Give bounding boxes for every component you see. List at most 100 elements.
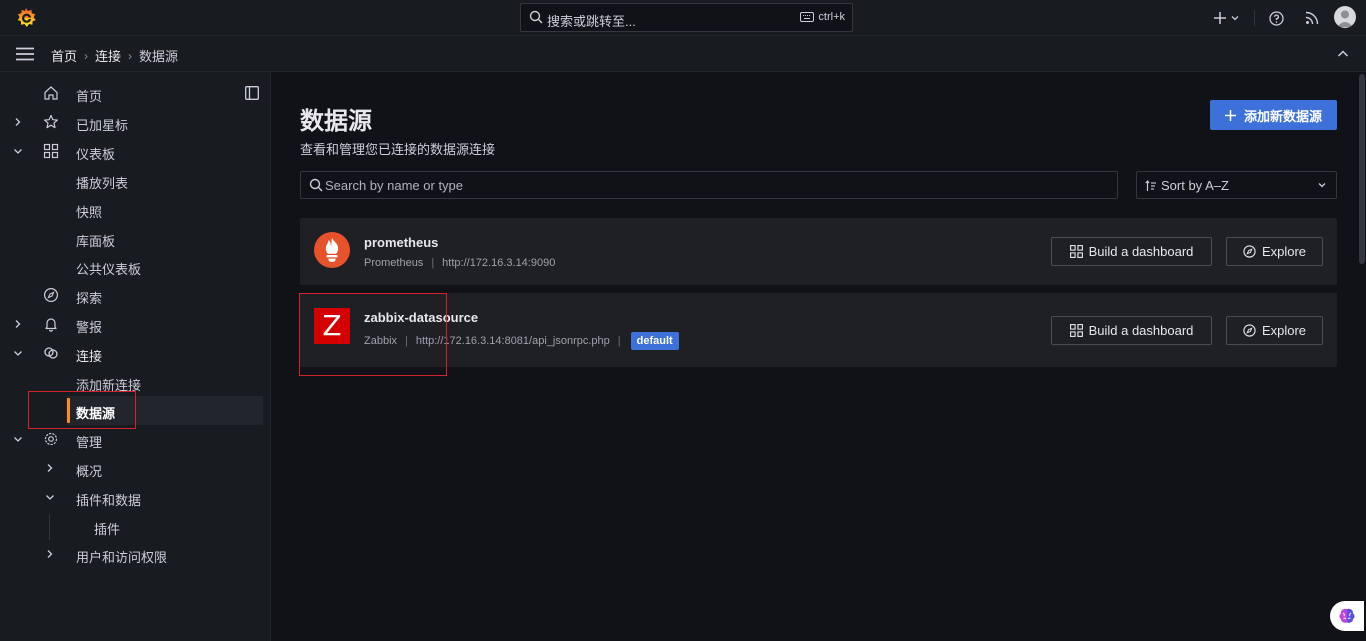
sidebar-item-label: 已加星标 <box>76 118 129 133</box>
user-icon <box>1337 10 1353 27</box>
build-dashboard-label: Build a dashboard <box>1088 244 1194 259</box>
rss-icon <box>1305 11 1319 25</box>
sidebar-item-add-connection[interactable]: 添加新连接 <box>0 368 271 397</box>
grafana-logo-icon[interactable] <box>14 6 38 30</box>
menu-icon[interactable] <box>16 47 34 61</box>
sidebar-item-label: 库面板 <box>76 234 116 249</box>
sidebar-item-label: 概况 <box>76 464 103 479</box>
explore-label: Explore <box>1261 244 1307 259</box>
sidebar-item-label: 仪表板 <box>76 147 116 162</box>
breadcrumb-connections[interactable]: 连接 <box>95 46 121 65</box>
star-icon <box>44 114 58 129</box>
sidebar-item-label: 插件 <box>94 522 121 537</box>
chevron-right-icon[interactable] <box>44 547 56 561</box>
top-bar: 搜索或跳转至... ctrl+k <box>0 0 1366 36</box>
add-datasource-button[interactable]: 添加新数据源 <box>1210 100 1337 130</box>
sidebar-item-label: 插件和数据 <box>76 493 142 508</box>
sidebar-item-plugins[interactable]: 插件 <box>0 512 271 541</box>
chevron-down-icon[interactable] <box>12 144 24 158</box>
home-icon <box>44 86 58 100</box>
page-subtitle: 查看和管理您已连接的数据源连接 <box>300 142 496 157</box>
global-search[interactable]: 搜索或跳转至... ctrl+k <box>520 3 853 32</box>
new-button[interactable] <box>1212 8 1242 28</box>
default-badge: default <box>630 332 679 350</box>
datasource-url: http://172.16.3.14:9090 <box>442 257 556 269</box>
chevron-right-icon[interactable] <box>12 317 24 331</box>
news-button[interactable] <box>1302 8 1322 28</box>
chevron-down-icon[interactable] <box>12 346 24 360</box>
search-icon <box>309 178 323 192</box>
apps-icon <box>43 143 59 159</box>
datasource-card-zabbix[interactable]: Z zabbix-datasource Zabbix | http://172.… <box>300 293 1337 367</box>
breadcrumb-datasources: 数据源 <box>139 49 179 64</box>
chevron-right-icon[interactable] <box>12 115 24 129</box>
sidebar-item-public-dashboards[interactable]: 公共仪表板 <box>0 252 271 281</box>
sidebar-item-dashboards[interactable]: 仪表板 <box>0 137 271 166</box>
datasource-name[interactable]: prometheus <box>364 235 438 250</box>
sidebar-item-datasources[interactable]: 数据源 <box>66 396 263 425</box>
build-dashboard-button[interactable]: Build a dashboard <box>1051 316 1212 345</box>
plus-icon <box>1214 12 1226 24</box>
explore-button[interactable]: Explore <box>1226 237 1323 266</box>
chevron-up-icon[interactable] <box>1336 48 1350 60</box>
sidebar-item-label: 探索 <box>76 291 103 306</box>
meta-separator: | <box>405 335 408 347</box>
chevron-right-icon[interactable] <box>44 461 56 475</box>
sidebar-item-label: 播放列表 <box>76 176 129 191</box>
sidebar-item-administration[interactable]: 管理 <box>0 425 271 454</box>
keyboard-icon <box>800 12 815 22</box>
zabbix-logo-icon: Z <box>314 308 350 344</box>
sort-label-wrap: Sort by A–Z <box>1145 178 1229 193</box>
sidebar-item-connections[interactable]: 连接 <box>0 339 271 368</box>
cog-icon <box>44 432 58 446</box>
bell-icon <box>45 318 57 332</box>
help-icon <box>1268 10 1284 26</box>
datasource-search-input[interactable] <box>325 172 1105 198</box>
sidebar-item-general[interactable]: 概况 <box>0 454 271 483</box>
datasource-meta: Prometheus | http://172.16.3.14:9090 <box>364 257 555 269</box>
sidebar-item-explore[interactable]: 探索 <box>0 281 271 310</box>
search-placeholder: 搜索或跳转至... <box>547 14 636 29</box>
sidebar-item-label: 快照 <box>76 205 103 220</box>
plus-icon <box>1224 109 1236 121</box>
scrollbar-thumb[interactable] <box>1359 74 1365 264</box>
breadcrumb-separator: › <box>128 48 133 63</box>
sidebar-item-label: 公共仪表板 <box>76 262 142 277</box>
breadcrumb-home[interactable]: 首页 <box>51 46 77 65</box>
scrollbar[interactable] <box>1358 72 1366 641</box>
chevron-down-icon[interactable] <box>44 490 56 504</box>
compass-icon <box>43 287 59 303</box>
breadcrumb: 首页 › 连接 › 数据源 <box>51 46 178 65</box>
sidebar-item-label: 添加新连接 <box>76 378 142 393</box>
compass-icon <box>1243 324 1256 337</box>
sort-select[interactable]: Sort by A–Z <box>1136 171 1337 199</box>
explore-button[interactable]: Explore <box>1226 316 1323 345</box>
chevron-down-icon <box>1231 16 1239 21</box>
sidebar: 首页 已加星标 仪表板 播放列表 快照 库面板 公共仪表板 探索 警报 连接 添… <box>0 72 271 641</box>
chevron-down-icon[interactable] <box>12 432 24 446</box>
sort-icon <box>1145 179 1156 191</box>
datasource-url: http://172.16.3.14:8081/api_jsonrpc.php <box>415 335 610 347</box>
apps-icon <box>1069 245 1083 258</box>
datasource-type: Prometheus <box>364 257 424 269</box>
sidebar-item-starred[interactable]: 已加星标 <box>0 108 271 137</box>
sidebar-item-label: 警报 <box>76 320 103 335</box>
sidebar-item-home[interactable]: 首页 <box>0 79 271 108</box>
sidebar-item-snapshots[interactable]: 快照 <box>0 195 271 224</box>
datasource-card-prometheus[interactable]: prometheus Prometheus | http://172.16.3.… <box>300 218 1337 285</box>
sidebar-item-plugins-and-data[interactable]: 插件和数据 <box>0 483 271 512</box>
sidebar-item-label: 管理 <box>76 435 103 450</box>
datasource-name[interactable]: zabbix-datasource <box>364 310 478 325</box>
datasource-filter[interactable] <box>300 171 1118 199</box>
sidebar-item-playlists[interactable]: 播放列表 <box>0 166 271 195</box>
sidebar-item-alerting[interactable]: 警报 <box>0 310 271 339</box>
user-avatar[interactable] <box>1334 6 1356 28</box>
sidebar-item-users-and-access[interactable]: 用户和访问权限 <box>0 540 271 569</box>
sidebar-item-label: 连接 <box>76 349 103 364</box>
help-button[interactable] <box>1266 8 1286 28</box>
sidebar-item-library-panels[interactable]: 库面板 <box>0 224 271 253</box>
assistant-button[interactable] <box>1330 601 1364 631</box>
sidebar-item-label: 首页 <box>76 89 103 104</box>
page-title: 数据源 <box>300 108 372 135</box>
build-dashboard-button[interactable]: Build a dashboard <box>1051 237 1212 266</box>
